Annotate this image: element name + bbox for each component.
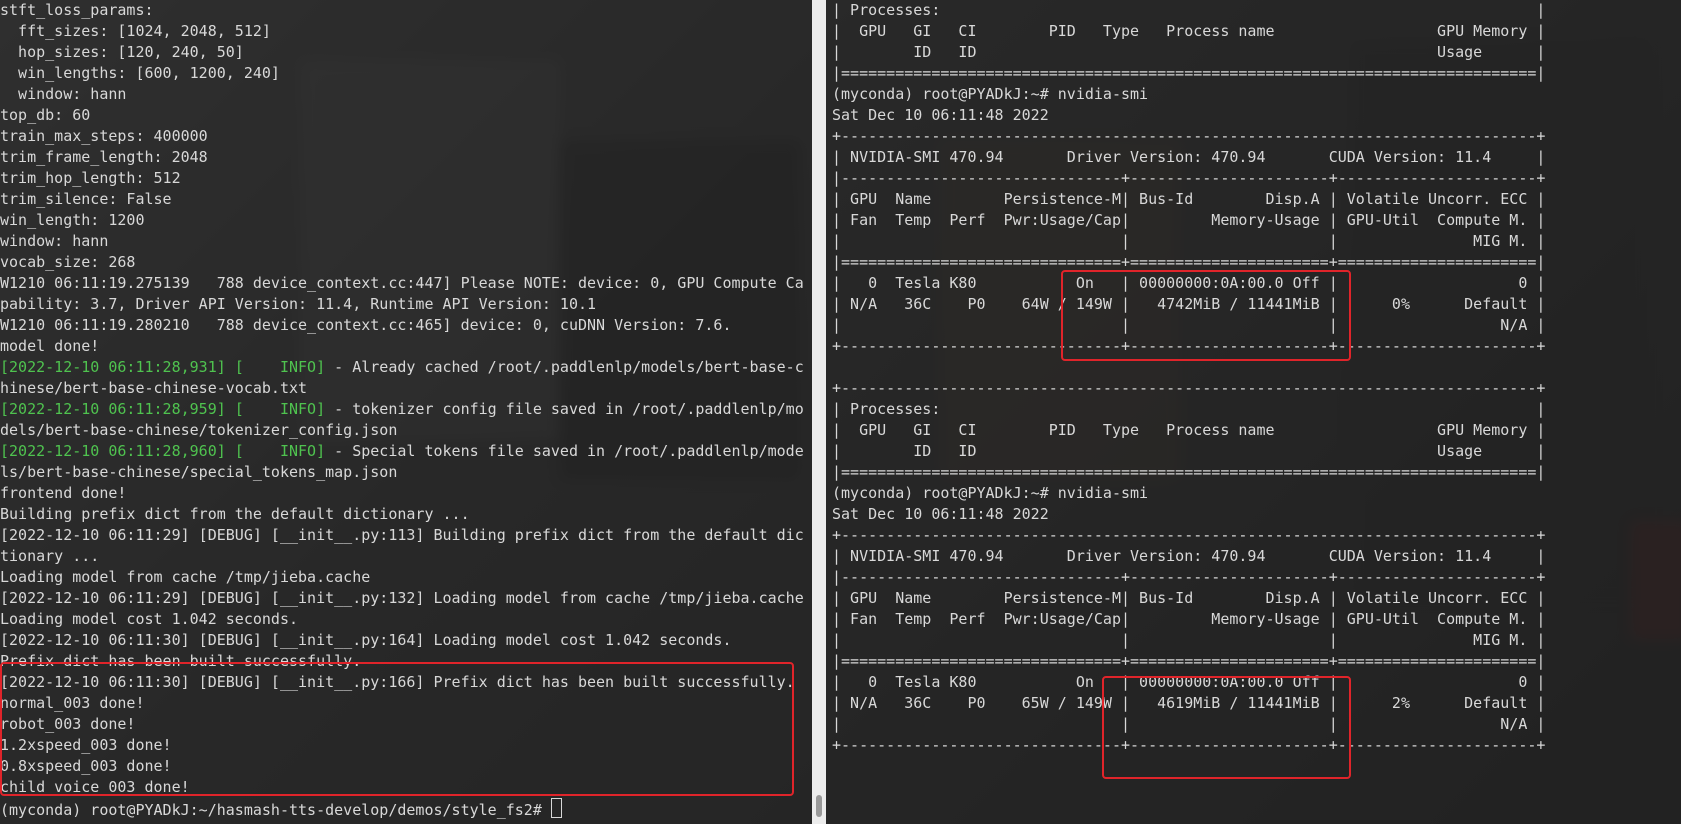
terminal-line-info: [2022-12-10 06:11:28,960] [ INFO] - Spec… (0, 441, 804, 462)
terminal-line: +-------------------------------+-------… (832, 736, 1546, 754)
log-message: - Special tokens file saved in /root/.pa… (325, 442, 804, 460)
terminal-line: [2022-12-10 06:11:29] [DEBUG] [__init__.… (0, 526, 804, 544)
terminal-line: | Fan Temp Perf Pwr:Usage/Cap| Memory-Us… (832, 211, 1546, 229)
terminal-line: | | | N/A | (832, 715, 1546, 733)
terminal-line: |-------------------------------+-------… (832, 169, 1546, 187)
shell-prompt: (myconda) root@PYADkJ:~/hasmash-tts-deve… (0, 798, 804, 819)
terminal-line: | Processes: | (832, 1, 1546, 19)
terminal-line: (myconda) root@PYADkJ:~# nvidia-smi (832, 484, 1149, 502)
terminal-line: stft_loss_params: (0, 1, 154, 19)
terminal-line: | | | N/A | (832, 316, 1546, 334)
log-level-info: [2022-12-10 06:11:28,931] [ INFO] (0, 358, 326, 376)
terminal-line: vocab_size: 268 (0, 253, 136, 271)
log-message: - Already cached /root/.paddlenlp/models… (325, 358, 804, 376)
terminal-line: W1210 06:11:19.280210 788 device_context… (0, 316, 732, 334)
text-cursor[interactable] (550, 798, 562, 818)
terminal-line: [2022-12-10 06:11:30] [DEBUG] [__init__.… (0, 631, 732, 649)
terminal-line: | GPU Name Persistence-M| Bus-Id Disp.A … (832, 589, 1546, 607)
terminal-line: +-------------------------------+-------… (832, 337, 1546, 355)
terminal-line: +---------------------------------------… (832, 526, 1546, 544)
terminal-line: 0.8xspeed_003 done! (0, 757, 172, 775)
terminal-line: trim_hop_length: 512 (0, 169, 181, 187)
terminal-line: | Fan Temp Perf Pwr:Usage/Cap| Memory-Us… (832, 610, 1546, 628)
terminal-line-info: hinese/bert-base-chinese-vocab.txt (0, 378, 804, 399)
terminal-line: train_max_steps: 400000 (0, 127, 208, 145)
terminal-line: tionary ... (0, 547, 100, 565)
terminal-line: pability: 3.7, Driver API Version: 11.4,… (0, 295, 597, 313)
terminal-line: robot_003 done! (0, 715, 136, 733)
log-level-info: [2022-12-10 06:11:28,960] [ INFO] (0, 442, 326, 460)
terminal-line: trim_frame_length: 2048 (0, 148, 208, 166)
terminal-line: | Processes: | (832, 400, 1546, 418)
terminal-line-info: [2022-12-10 06:11:28,931] [ INFO] - Alre… (0, 357, 804, 378)
terminal-line: win_length: 1200 (0, 211, 145, 229)
terminal-line: |===============================+=======… (832, 253, 1546, 271)
terminal-line: | ID ID Usage | (832, 442, 1546, 460)
terminal-line: fft_sizes: [1024, 2048, 512] (0, 22, 271, 40)
terminal-line: normal_003 done! (0, 694, 145, 712)
terminal-line: trim_silence: False (0, 190, 172, 208)
terminal-line: model done! (0, 337, 100, 355)
terminal-line: |-------------------------------+-------… (832, 568, 1546, 586)
terminal-line: hop_sizes: [120, 240, 50] (0, 43, 244, 61)
terminal-line: |=======================================… (832, 463, 1546, 481)
terminal-line: window: hann (0, 232, 109, 250)
terminal-line: | | | MIG M. | (832, 232, 1546, 250)
terminal-line: [2022-12-10 06:11:30] [DEBUG] [__init__.… (0, 673, 795, 691)
terminal-line: | N/A 36C P0 64W / 149W | 4742MiB / 1144… (832, 295, 1546, 313)
terminal-line: | GPU GI CI PID Type Process name GPU Me… (832, 421, 1546, 439)
terminal-line: window: hann (0, 85, 127, 103)
log-message: - tokenizer config file saved in /root/.… (325, 400, 804, 418)
terminal-line-info: dels/bert-base-chinese/tokenizer_config.… (0, 420, 804, 441)
terminal-line: +---------------------------------------… (832, 379, 1546, 397)
terminal-line: | 0 Tesla K80 On | 00000000:0A:00.0 Off … (832, 673, 1546, 691)
terminal-output: stft_loss_params: fft_sizes: [1024, 2048… (0, 0, 804, 819)
terminal-output: | Processes: | | GPU GI CI PID Type Proce… (832, 0, 1545, 756)
terminal-line: 1.2xspeed_003 done! (0, 736, 172, 754)
terminal-line: | NVIDIA-SMI 470.94 Driver Version: 470.… (832, 547, 1546, 565)
terminal-line: Prefix dict has been built successfully. (0, 652, 362, 670)
log-message: ls/bert-base-chinese/special_tokens_map.… (0, 463, 398, 481)
scrollbar-grip[interactable] (816, 795, 822, 817)
terminal-line: | ID ID Usage | (832, 43, 1546, 61)
terminal-line: | 0 Tesla K80 On | 00000000:0A:00.0 Off … (832, 274, 1546, 292)
terminal-left[interactable]: stft_loss_params: fft_sizes: [1024, 2048… (0, 0, 812, 824)
terminal-line: | GPU Name Persistence-M| Bus-Id Disp.A … (832, 190, 1546, 208)
terminal-line: W1210 06:11:19.275139 788 device_context… (0, 274, 804, 292)
log-message: dels/bert-base-chinese/tokenizer_config.… (0, 421, 398, 439)
terminal-line: | NVIDIA-SMI 470.94 Driver Version: 470.… (832, 148, 1546, 166)
terminal-line: | | | MIG M. | (832, 631, 1546, 649)
desktop: stft_loss_params: fft_sizes: [1024, 2048… (0, 0, 1681, 824)
pane-divider[interactable] (812, 0, 826, 824)
terminal-line: (myconda) root@PYADkJ:~# nvidia-smi (832, 85, 1149, 103)
log-message: hinese/bert-base-chinese-vocab.txt (0, 379, 308, 397)
terminal-line: |=======================================… (832, 64, 1546, 82)
terminal-line: |===============================+=======… (832, 652, 1546, 670)
terminal-line: Building prefix dict from the default di… (0, 505, 470, 523)
terminal-line: Sat Dec 10 06:11:48 2022 (832, 106, 1049, 124)
terminal-line: | N/A 36C P0 65W / 149W | 4619MiB / 1144… (832, 694, 1546, 712)
terminal-line: top_db: 60 (0, 106, 91, 124)
terminal-line: Loading model from cache /tmp/jieba.cach… (0, 568, 371, 586)
terminal-right[interactable]: | Processes: | | GPU GI CI PID Type Proce… (826, 0, 1681, 824)
terminal-line: Sat Dec 10 06:11:48 2022 (832, 505, 1049, 523)
terminal-line: win_lengths: [600, 1200, 240] (0, 64, 280, 82)
terminal-line-info: ls/bert-base-chinese/special_tokens_map.… (0, 462, 804, 483)
terminal-line: +---------------------------------------… (832, 127, 1546, 145)
terminal-line: frontend done! (0, 484, 127, 502)
terminal-line: Loading model cost 1.042 seconds. (0, 610, 299, 628)
terminal-line-info: [2022-12-10 06:11:28,959] [ INFO] - toke… (0, 399, 804, 420)
terminal-line: | GPU GI CI PID Type Process name GPU Me… (832, 22, 1546, 40)
terminal-line: child_voice_003 done! (0, 778, 190, 796)
terminal-line: [2022-12-10 06:11:29] [DEBUG] [__init__.… (0, 589, 804, 607)
log-level-info: [2022-12-10 06:11:28,959] [ INFO] (0, 400, 326, 418)
